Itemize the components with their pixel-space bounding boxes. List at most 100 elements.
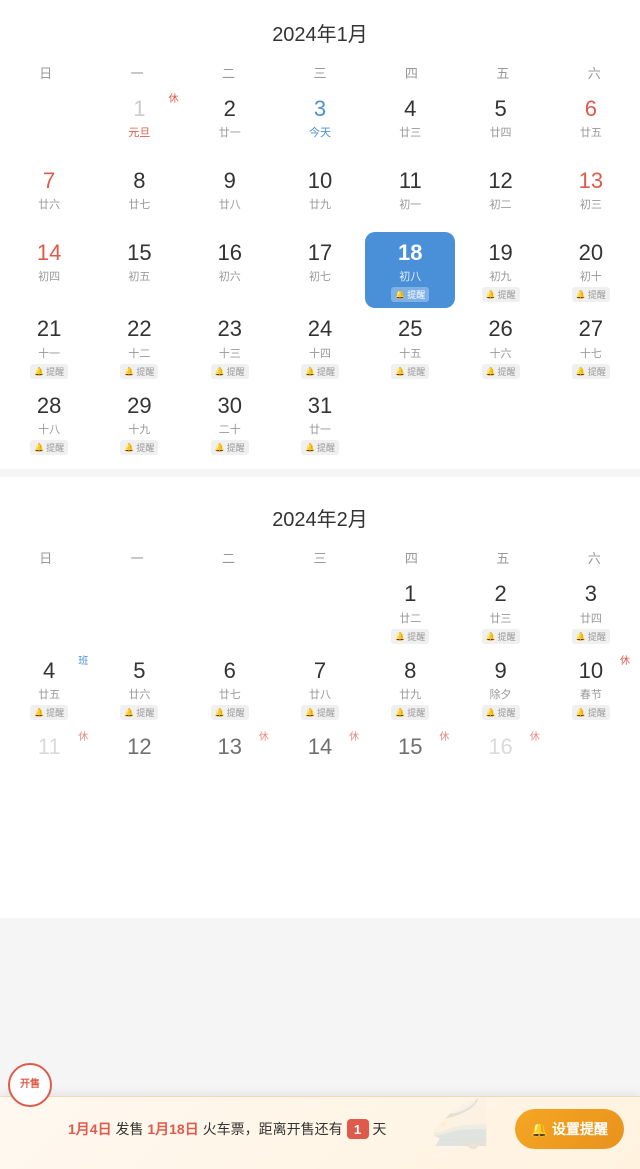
remind-badge[interactable]: 🔔 提醒 [30,440,68,455]
day-lunar: 十二 [128,345,150,361]
day-jan-28[interactable]: 28 十八 🔔 提醒 [4,385,94,461]
day-number: 13 [217,734,241,760]
remind-badge[interactable]: 🔔 提醒 [211,364,249,379]
day-jan-20[interactable]: 20 初十 🔔 提醒 [546,232,636,308]
day-feb-6[interactable]: 6 廿七 🔔 提醒 [185,650,275,726]
day-jan-5[interactable]: 5 廿四 [455,88,545,160]
day-feb-12[interactable]: 12 [94,726,184,798]
jan-week3: 14 初四 15 初五 16 初六 17 初七 18 初八 🔔 提醒 19 初九 [0,232,640,308]
day-jan-4[interactable]: 4 廿三 [365,88,455,160]
day-jan-7[interactable]: 7 廿六 [4,160,94,232]
remind-badge[interactable]: 🔔 提醒 [120,440,158,455]
day-jan-26[interactable]: 26 十六 🔔 提醒 [455,308,545,384]
day-jan-9[interactable]: 9 廿八 [185,160,275,232]
day-jan-16[interactable]: 16 初六 [185,232,275,308]
bell-icon: 🔔 [395,632,405,641]
day-feb-7[interactable]: 7 廿八 🔔 提醒 [275,650,365,726]
day-jan-30[interactable]: 30 二十 🔔 提醒 [185,385,275,461]
day-lunar: 十八 [38,421,60,437]
remind-badge[interactable]: 🔔 提醒 [301,705,339,720]
day-jan-13[interactable]: 13 初三 [546,160,636,232]
day-number: 1 [133,96,145,122]
day-lunar: 初四 [38,268,60,284]
day-jan-25[interactable]: 25 十五 🔔 提醒 [365,308,455,384]
sale-date: 1月4日 [68,1121,112,1137]
bell-icon: 🔔 [576,708,586,717]
day-jan-3[interactable]: 3 今天 [275,88,365,160]
remind-badge[interactable]: 🔔 提醒 [482,629,520,644]
day-jan-23[interactable]: 23 十三 🔔 提醒 [185,308,275,384]
bell-icon: 🔔 [305,708,315,717]
day-feb-11[interactable]: 休 11 [4,726,94,798]
day-jan-19[interactable]: 19 初九 🔔 提醒 [455,232,545,308]
day-feb-13[interactable]: 休 13 [185,726,275,798]
day-lunar: 初一 [399,196,421,212]
feb-week1: 1 廿二 🔔 提醒 2 廿三 🔔 提醒 3 廿四 🔔 提醒 [0,573,640,649]
day-jan-17[interactable]: 17 初七 [275,232,365,308]
day-feb-14[interactable]: 休 14 [275,726,365,798]
remind-badge[interactable]: 🔔 提醒 [120,705,158,720]
day-jan-14[interactable]: 14 初四 [4,232,94,308]
remind-badge[interactable]: 🔔 提醒 [482,705,520,720]
remind-badge[interactable]: 🔔 提醒 [211,705,249,720]
empty-cell [546,726,636,798]
remind-badge[interactable]: 🔔 提醒 [30,364,68,379]
day-jan-12[interactable]: 12 初二 [455,160,545,232]
remind-badge[interactable]: 🔔 提醒 [391,629,429,644]
set-reminder-button[interactable]: 🔔 设置提醒 [515,1109,624,1149]
day-feb-15[interactable]: 休 15 [365,726,455,798]
day-number: 14 [37,240,61,266]
day-feb-9[interactable]: 9 除夕 🔔 提醒 [455,650,545,726]
day-feb-16[interactable]: 休 16 [455,726,545,798]
remind-badge[interactable]: 🔔 提醒 [572,629,610,644]
day-feb-10[interactable]: 休 10 春节 🔔 提醒 [546,650,636,726]
day-jan-24[interactable]: 24 十四 🔔 提醒 [275,308,365,384]
remind-badge[interactable]: 🔔 提醒 [572,705,610,720]
day-jan-10[interactable]: 10 廿九 [275,160,365,232]
day-lunar: 十七 [580,345,602,361]
bell-icon: 🔔 [395,708,405,717]
day-feb-2[interactable]: 2 廿三 🔔 提醒 [455,573,545,649]
bell-icon: 🔔 [486,708,496,717]
remind-badge[interactable]: 🔔 提醒 [572,364,610,379]
day-feb-1[interactable]: 1 廿二 🔔 提醒 [365,573,455,649]
days-badge: 1 [347,1119,369,1139]
remind-badge[interactable]: 🔔 提醒 [30,705,68,720]
day-jan-29[interactable]: 29 十九 🔔 提醒 [94,385,184,461]
day-jan-22[interactable]: 22 十二 🔔 提醒 [94,308,184,384]
day-jan-8[interactable]: 8 廿七 [94,160,184,232]
remind-badge[interactable]: 🔔 提醒 [211,440,249,455]
day-jan-1[interactable]: 休 1 元旦 [94,88,184,160]
ticket-date: 1月18日 [147,1121,198,1137]
day-feb-8[interactable]: 8 廿九 🔔 提醒 [365,650,455,726]
day-feb-4[interactable]: 班 4 廿五 🔔 提醒 [4,650,94,726]
day-jan-2[interactable]: 2 廿一 [185,88,275,160]
day-jan-6[interactable]: 6 廿五 [546,88,636,160]
remind-badge[interactable]: 🔔 提醒 [482,364,520,379]
bell-icon: 🔔 [124,367,134,376]
day-jan-18[interactable]: 18 初八 🔔 提醒 [365,232,455,308]
remind-badge[interactable]: 🔔 提醒 [572,287,610,302]
bell-icon: 🔔 [576,632,586,641]
day-jan-15[interactable]: 15 初五 [94,232,184,308]
day-number: 4 [43,658,55,684]
remind-badge[interactable]: 🔔 提醒 [301,440,339,455]
day-number: 24 [308,316,332,342]
day-number: 8 [133,168,145,194]
day-number: 15 [398,734,422,760]
day-jan-21[interactable]: 21 十一 🔔 提醒 [4,308,94,384]
day-feb-5[interactable]: 5 廿六 🔔 提醒 [94,650,184,726]
day-lunar: 廿四 [490,124,512,140]
day-lunar: 十三 [219,345,241,361]
remind-badge[interactable]: 🔔 提醒 [391,705,429,720]
day-feb-3[interactable]: 3 廿四 🔔 提醒 [546,573,636,649]
remind-badge[interactable]: 🔔 提醒 [301,364,339,379]
day-jan-11[interactable]: 11 初一 [365,160,455,232]
remind-badge[interactable]: 🔔 提醒 [391,287,429,302]
month-separator [0,469,640,477]
day-jan-27[interactable]: 27 十七 🔔 提醒 [546,308,636,384]
day-jan-31[interactable]: 31 廿一 🔔 提醒 [275,385,365,461]
remind-badge[interactable]: 🔔 提醒 [482,287,520,302]
remind-badge[interactable]: 🔔 提醒 [391,364,429,379]
remind-badge[interactable]: 🔔 提醒 [120,364,158,379]
